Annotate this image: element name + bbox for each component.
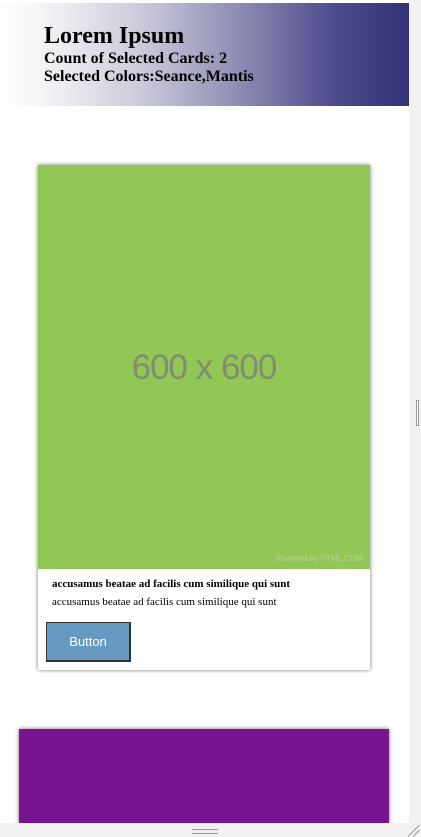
vertical-scrollbar[interactable] (409, 0, 421, 823)
selected-colors-text: Selected Colors:Seance,Mantis (44, 68, 254, 85)
page-title: Lorem Ipsum (44, 23, 185, 49)
card-text: accusamus beatae ad facilis cum similiqu… (52, 596, 277, 608)
selected-count-text: Count of Selected Cards: 2 (44, 50, 228, 67)
card-heading: accusamus beatae ad facilis cum similiqu… (52, 578, 291, 590)
card-button[interactable]: Button (46, 622, 131, 662)
page-header: Lorem Ipsum Count of Selected Cards: 2 S… (0, 3, 409, 106)
card-image[interactable] (19, 729, 389, 823)
horizontal-scrollbar-grip-icon[interactable] (192, 829, 218, 834)
resize-grip-icon[interactable] (407, 825, 421, 837)
card-image-watermark: Powered by HTML.COM (275, 554, 363, 563)
card[interactable]: 600 x 600 Powered by HTML.COM accusamus … (38, 165, 370, 670)
vertical-scrollbar-handle[interactable] (416, 400, 419, 426)
card-image-label: 600 x 600 (131, 348, 278, 387)
card-image: 600 x 600 Powered by HTML.COM (38, 165, 370, 569)
